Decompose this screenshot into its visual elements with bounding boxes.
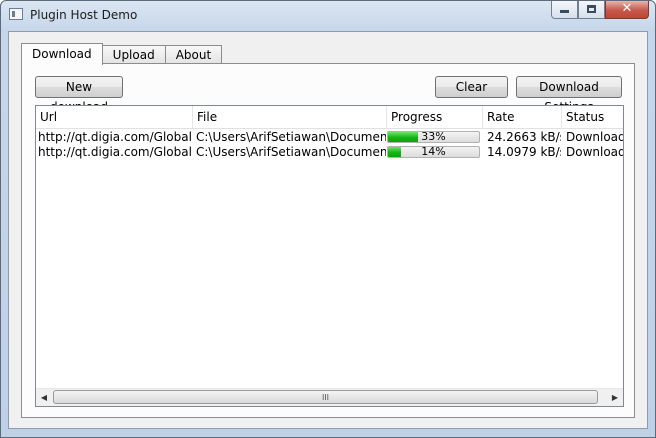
progress-bar: 33% xyxy=(387,131,480,143)
rate-cell: 14.0979 kB/s xyxy=(487,145,561,159)
download-settings-button[interactable]: Download Settings xyxy=(516,76,622,114)
new-download-button[interactable]: New download xyxy=(35,76,123,114)
status-cell: Download xyxy=(566,145,624,159)
column-header-progress[interactable]: Progress xyxy=(387,106,483,128)
file-cell: C:\Users\ArifSetiawan\Document... xyxy=(196,130,386,144)
progress-bar: 14% xyxy=(387,146,480,158)
window-title: Plugin Host Demo xyxy=(30,8,138,22)
tab-about[interactable]: About xyxy=(164,45,223,64)
clear-button[interactable]: Clear xyxy=(435,76,508,98)
file-cell: C:\Users\ArifSetiawan\Document... xyxy=(196,145,386,159)
arrow-left-icon[interactable]: ◀ xyxy=(36,389,52,406)
progress-label: 14% xyxy=(421,146,446,158)
horizontal-scrollbar[interactable]: ◀ III ▶ xyxy=(36,388,623,406)
maximize-button[interactable] xyxy=(578,1,605,19)
scrollbar-thumb[interactable]: III xyxy=(53,390,598,404)
progress-label: 33% xyxy=(421,131,446,143)
minimize-button[interactable] xyxy=(551,1,578,19)
app-window: Plugin Host Demo ✕ Download Upload About… xyxy=(0,0,656,438)
tab-bar: Download Upload About xyxy=(21,43,223,65)
app-window-icon xyxy=(9,8,23,20)
table-header: Url File Progress Rate Status xyxy=(36,106,623,129)
status-cell: Download xyxy=(566,130,624,144)
progress-cell: 33% xyxy=(387,130,483,145)
url-cell: http://qt.digia.com/Global... xyxy=(38,145,192,159)
client-area: Download Upload About New download Clear… xyxy=(8,31,648,429)
scrollbar-grip: III xyxy=(321,393,330,402)
column-header-url[interactable]: Url xyxy=(36,106,193,128)
tab-upload[interactable]: Upload xyxy=(101,45,166,64)
url-cell: http://qt.digia.com/Global... xyxy=(38,130,192,144)
table-row[interactable]: http://qt.digia.com/Global... C:\Users\A… xyxy=(36,130,623,145)
column-header-rate[interactable]: Rate xyxy=(483,106,562,128)
progress-cell: 14% xyxy=(387,145,483,160)
minimize-icon xyxy=(560,10,569,13)
title-bar[interactable]: Plugin Host Demo ✕ xyxy=(1,1,655,29)
column-header-file[interactable]: File xyxy=(193,106,387,128)
download-tab-panel: New download Clear Download Settings Url… xyxy=(21,63,635,418)
rate-cell: 24.2663 kB/s xyxy=(487,130,561,144)
downloads-table[interactable]: Url File Progress Rate Status http://qt.… xyxy=(35,105,624,407)
close-button[interactable]: ✕ xyxy=(605,1,649,19)
arrow-right-icon[interactable]: ▶ xyxy=(607,389,623,406)
maximize-icon xyxy=(587,5,596,13)
close-icon: ✕ xyxy=(621,1,633,16)
tab-download[interactable]: Download xyxy=(21,43,103,65)
table-row[interactable]: http://qt.digia.com/Global... C:\Users\A… xyxy=(36,145,623,160)
caption-buttons: ✕ xyxy=(551,1,649,20)
column-header-status[interactable]: Status xyxy=(562,106,623,128)
